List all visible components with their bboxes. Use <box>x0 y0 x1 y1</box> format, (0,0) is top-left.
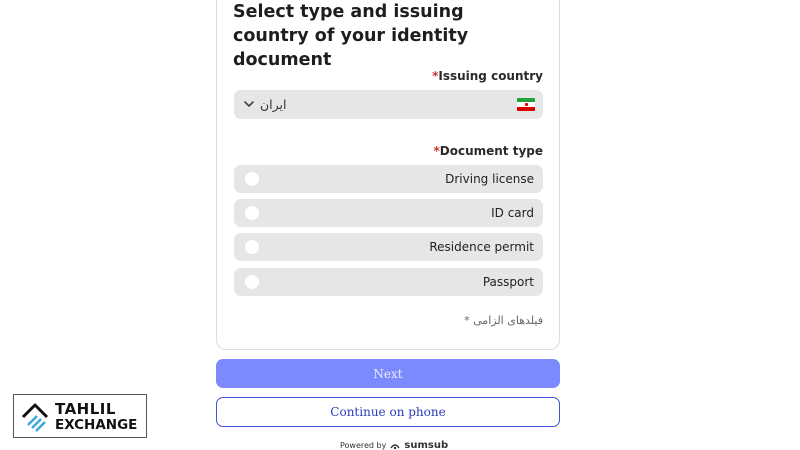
radio-button[interactable] <box>245 206 259 220</box>
issuing-country-select[interactable]: ایران <box>234 90 543 119</box>
option-label: Passport <box>482 275 534 289</box>
tahlil-logo-icon <box>21 403 49 432</box>
sumsub-brand: sumsub <box>404 440 449 450</box>
sumsub-logo-icon <box>390 443 400 449</box>
chevron-down-icon <box>244 101 254 107</box>
radio-button[interactable] <box>245 275 259 289</box>
selected-country: ایران <box>260 97 287 112</box>
option-passport[interactable]: Passport <box>234 268 543 296</box>
next-button[interactable]: Next <box>216 359 560 388</box>
issuing-country-label: *Issuing country <box>432 69 543 83</box>
powered-by-text: Powered by <box>340 441 387 450</box>
iran-flag-icon <box>517 98 535 111</box>
document-type-label-text: Document type <box>439 144 543 158</box>
radio-button[interactable] <box>245 240 259 254</box>
continue-on-phone-button[interactable]: Continue on phone <box>216 397 560 427</box>
option-label: Driving license <box>445 172 534 186</box>
page-title: Select type and issuing country of your … <box>233 2 469 70</box>
document-type-label: *Document type <box>433 144 543 158</box>
radio-button[interactable] <box>245 172 259 186</box>
issuing-country-label-text: Issuing country <box>438 69 543 83</box>
required-fields-note: * فیلدهای الزامی <box>464 314 543 327</box>
option-label: Residence permit <box>429 240 534 254</box>
option-residence-permit[interactable]: Residence permit <box>234 233 543 261</box>
powered-by-footer: Powered by sumsub <box>340 440 448 450</box>
watermark-line1: TAHLIL <box>55 400 116 418</box>
watermark-line2: EXCHANGE <box>55 417 138 433</box>
option-label: ID card <box>491 206 534 220</box>
watermark-logo: TAHLIL EXCHANGE <box>13 394 147 438</box>
option-id-card[interactable]: ID card <box>234 199 543 227</box>
option-driving-license[interactable]: Driving license <box>234 165 543 193</box>
